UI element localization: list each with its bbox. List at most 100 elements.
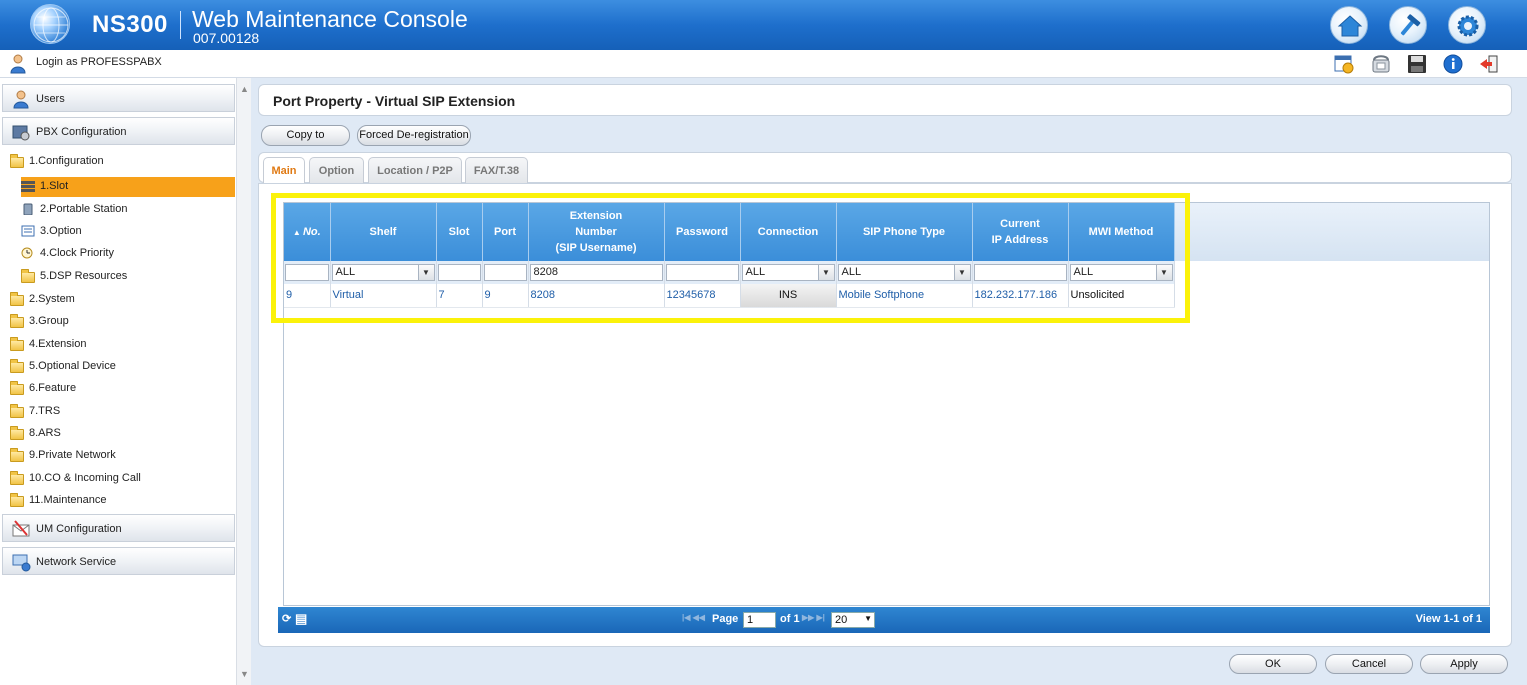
tree-item-label: 5.Optional Device [29,360,116,372]
folder-icon [10,471,24,485]
page-count: of 1 [780,613,800,625]
tree-item-private-network[interactable]: 9.Private Network [10,446,235,466]
folder-icon [10,426,24,440]
tree-item-label: 9.Private Network [29,449,116,461]
sidebar-scrollbar[interactable]: ▲ ▼ [236,78,251,685]
folder-icon [10,381,24,395]
user-icon [10,54,26,74]
rows-per-page-select[interactable]: 20 ▼ [831,612,875,628]
app-header: NS300 Web Maintenance Console 007.00128 [0,0,1527,50]
phone-icon[interactable] [1370,54,1392,74]
save-icon[interactable] [1406,54,1428,74]
um-config-icon [12,520,30,537]
tree-item-label: 6.Feature [29,382,77,394]
page-title: Port Property - Virtual SIP Extension [273,93,516,109]
tree-item-slot[interactable]: 1.Slot [21,177,235,197]
scroll-down-icon[interactable]: ▼ [240,669,249,679]
tree-item-extension[interactable]: 4.Extension [10,335,235,355]
slot-icon [21,181,35,192]
tree-item-co-incoming-call[interactable]: 10.CO & Incoming Call [10,469,235,489]
tree-item-system[interactable]: 2.System [10,290,235,310]
folder-icon [10,448,24,462]
grid-pager: ⟳ ▤ |◀ ◀◀ Page 1 of 1 ▶▶ ▶| 20 ▼ View 1-1… [278,607,1490,633]
tools-button[interactable] [1389,6,1427,44]
sidebar-pbx-label: PBX Configuration [36,126,127,138]
tree-item-ars[interactable]: 8.ARS [10,424,235,444]
tree-item-maintenance[interactable]: 11.Maintenance [10,491,235,511]
apply-button[interactable]: Apply [1420,654,1508,674]
view-range: View 1-1 of 1 [1415,613,1482,625]
info-icon[interactable] [1442,54,1464,74]
copy-to-button[interactable]: Copy to [261,125,350,146]
tab-fax-t38[interactable]: FAX/T.38 [465,157,528,183]
title-divider [180,11,181,39]
tab-main[interactable]: Main [263,157,305,183]
tab-option[interactable]: Option [309,157,364,183]
tree-item-label: 2.Portable Station [40,203,128,215]
tools-icon [1400,14,1421,36]
tree-item-label: 11.Maintenance [29,494,107,506]
tree-item-configuration[interactable]: 1.Configuration [10,152,235,172]
folder-open-icon [10,154,24,168]
home-button[interactable] [1330,6,1368,44]
clock-icon [21,247,33,259]
refresh-icon[interactable]: ⟳ [282,612,291,625]
portable-station-icon [23,203,33,215]
sidebar: Users PBX Configuration 1.Configuration … [0,78,237,685]
settings-icon [1457,15,1479,37]
tree-item-option[interactable]: 3.Option [21,222,235,242]
sidebar-section-pbx-configuration[interactable]: PBX Configuration [2,117,235,145]
calendar-icon[interactable] [1333,54,1355,74]
folder-icon [10,314,24,328]
globe-logo-icon [30,4,70,44]
cancel-button[interactable]: Cancel [1325,654,1413,674]
forced-deregistration-button[interactable]: Forced De-registration [357,125,471,146]
option-icon [21,225,35,237]
page-title-panel: Port Property - Virtual SIP Extension [258,84,1512,116]
folder-icon [10,493,24,507]
tree-item-optional-device[interactable]: 5.Optional Device [10,357,235,377]
folder-icon [10,337,24,351]
tree-item-label: 10.CO & Incoming Call [29,472,141,484]
tree-item-label: 4.Extension [29,338,87,350]
users-icon [13,90,29,109]
tree-item-trs[interactable]: 7.TRS [10,402,235,422]
scroll-up-icon[interactable]: ▲ [240,84,249,94]
last-page-icon[interactable]: ▶▶ ▶| [802,613,825,622]
export-icon[interactable]: ▤ [295,611,307,627]
model-name: NS300 [92,11,168,38]
network-service-icon [12,554,31,572]
home-icon [1337,15,1363,37]
tree-item-label: 4.Clock Priority [40,247,114,259]
tree-item-label: 2.System [29,293,75,305]
tree-item-group[interactable]: 3.Group [10,312,235,332]
tree-item-label: 8.ARS [29,427,61,439]
sidebar-network-label: Network Service [36,556,117,568]
tree-item-portable-station[interactable]: 2.Portable Station [21,200,235,220]
sidebar-section-users[interactable]: Users [2,84,235,112]
page-label: Page [712,613,739,625]
tree-item-feature[interactable]: 6.Feature [10,379,235,399]
sidebar-section-um-configuration[interactable]: UM Configuration [2,514,235,542]
ok-button[interactable]: OK [1229,654,1317,674]
tab-location-p2p[interactable]: Location / P2P [368,157,462,183]
app-version: 007.00128 [193,30,260,46]
folder-icon [10,404,24,418]
pbx-config-icon [12,125,30,141]
tree-item-dsp-resources[interactable]: 5.DSP Resources [21,267,235,287]
tree-item-label: 5.DSP Resources [40,270,128,282]
settings-button[interactable] [1448,6,1486,44]
sidebar-um-label: UM Configuration [36,523,122,535]
tree-item-label: 7.TRS [29,405,61,417]
grid-header-filler [1174,203,1489,261]
sidebar-section-network-service[interactable]: Network Service [2,547,235,575]
login-status: Login as PROFESSPABX [36,56,162,68]
app-title: Web Maintenance Console [192,6,468,32]
logout-icon[interactable] [1478,54,1500,74]
page-number-input[interactable]: 1 [743,612,776,628]
first-page-icon[interactable]: |◀ ◀◀ [682,613,705,622]
folder-icon [10,292,24,306]
highlight-box [271,193,1190,323]
tree-item-label: 1.Configuration [29,155,104,167]
tree-item-clock-priority[interactable]: 4.Clock Priority [21,244,235,264]
